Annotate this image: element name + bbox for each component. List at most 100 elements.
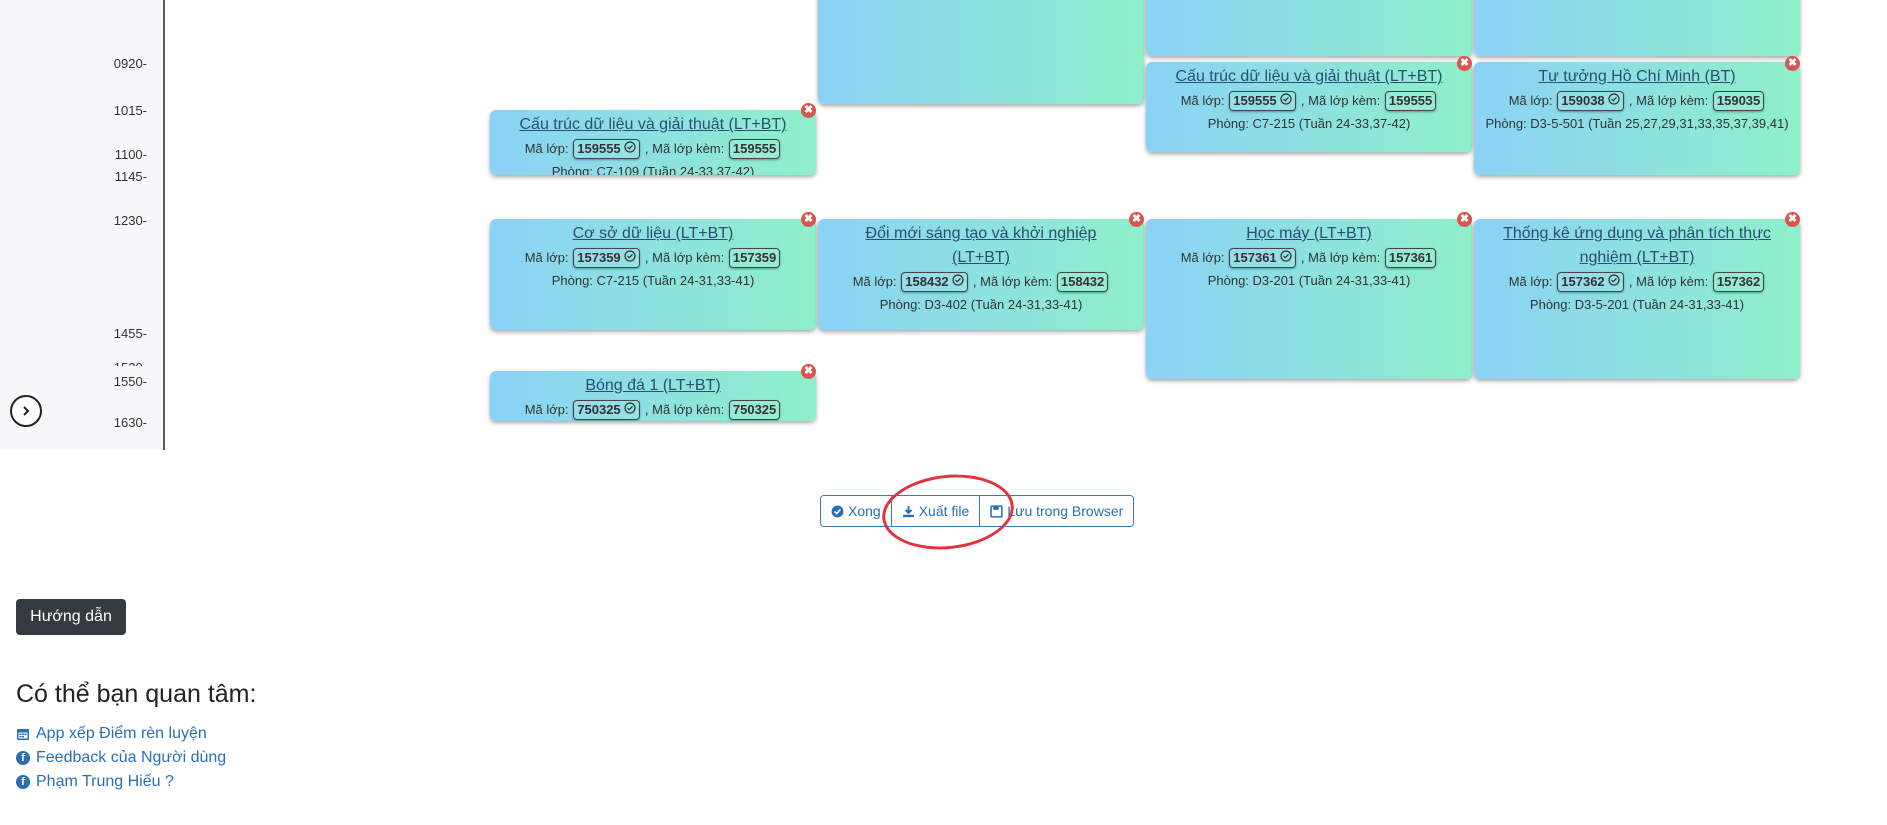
class-code-badge[interactable]: 750325 — [573, 400, 641, 420]
check-circle-icon — [624, 250, 636, 262]
linked-code: 157361 — [1384, 248, 1437, 268]
link-author[interactable]: f Phạm Trung Hiếu ? — [16, 770, 226, 794]
class-block[interactable]: Đổi mới sáng tạo và khởi nghiệp (LT+BT) … — [818, 219, 1144, 330]
class-code-label: Mã lớp: — [1508, 274, 1553, 289]
class-codes: Mã lớp: 157359 , Mã lớp kèm: 157359 — [490, 246, 816, 270]
linked-code-label: , Mã lớp kèm: — [644, 250, 725, 265]
class-codes: Mã lớp: 159555 , Mã lớp kèm: 159555 — [490, 137, 816, 161]
class-code: 157361 — [1233, 250, 1277, 265]
link-feedback[interactable]: f Feedback của Người dùng — [16, 746, 226, 770]
class-title-link[interactable]: Tư tưởng Hồ Chí Minh (BT) — [1474, 65, 1800, 89]
class-code-label: Mã lớp: — [524, 250, 569, 265]
class-room: Phòng: C7-215 (Tuần 24-31,33-41) — [551, 273, 755, 288]
class-code: 159038 — [1561, 93, 1605, 108]
class-code: 750325 — [577, 402, 621, 417]
check-circle-icon — [952, 274, 964, 286]
class-room: Phòng: D3-201 (Tuần 24-31,33-41) — [1207, 273, 1411, 288]
class-code-badge[interactable]: 159555 — [1229, 91, 1297, 111]
class-code-badge[interactable]: 157362 — [1557, 272, 1625, 292]
close-icon[interactable]: ✖ — [801, 212, 816, 227]
class-title-link[interactable]: Cơ sở dữ liệu (LT+BT) — [490, 222, 816, 246]
close-icon[interactable]: ✖ — [1457, 212, 1472, 227]
close-icon[interactable]: ✖ — [801, 103, 816, 118]
facebook-icon: f — [16, 775, 30, 789]
time-tick-partial: 1520- — [114, 360, 147, 366]
class-code-label: Mã lớp: — [1180, 250, 1225, 265]
save-browser-button-label: Lưu trong Browser — [1007, 503, 1124, 519]
class-title-link[interactable]: Đổi mới sáng tạo và khởi nghiệp (LT+BT) — [818, 222, 1144, 270]
class-code-badge[interactable]: 157359 — [573, 248, 641, 268]
class-title-link[interactable]: Học máy (LT+BT) — [1146, 222, 1472, 246]
class-block[interactable]: Cơ sở dữ liệu (LT+BT) Mã lớp: 157359 , M… — [490, 219, 816, 330]
guide-button[interactable]: Hướng dẫn — [16, 599, 126, 635]
linked-code-label: , Mã lớp kèm: — [972, 274, 1053, 289]
class-title-link[interactable]: Thống kê ứng dụng và phân tích thực nghi… — [1474, 222, 1800, 270]
linked-code-label: , Mã lớp kèm: — [1628, 93, 1709, 108]
class-code: 158432 — [905, 274, 949, 289]
class-title-link[interactable]: Bóng đá 1 (LT+BT) — [490, 374, 816, 398]
check-circle-icon — [624, 141, 636, 153]
class-code-badge[interactable]: 159038 — [1557, 91, 1625, 111]
class-codes: Mã lớp: 159555 , Mã lớp kèm: 159555 — [1146, 89, 1472, 113]
class-block[interactable]: Cấu trúc dữ liệu và giải thuật (LT+BT) M… — [1146, 62, 1472, 152]
class-code-badge[interactable]: 157361 — [1229, 248, 1297, 268]
time-tick: 0920- — [113, 56, 147, 71]
close-icon[interactable]: ✖ — [1457, 56, 1472, 71]
interest-heading: Có thể bạn quan tâm: — [16, 680, 257, 708]
class-room: Phòng: D3-402 (Tuần 24-31,33-41) — [879, 297, 1083, 312]
class-code-badge[interactable]: 158432 — [901, 272, 969, 292]
done-button-label: Xong — [848, 503, 881, 519]
class-room: Phòng: D3-5-201 (Tuần 24-31,33-41) — [1529, 297, 1745, 312]
time-tick: 1145- — [114, 169, 147, 184]
linked-code-label: , Mã lớp kèm: — [1300, 93, 1381, 108]
class-codes: Mã lớp: 158432 , Mã lớp kèm: 158432 — [818, 270, 1144, 294]
class-code-label: Mã lớp: — [524, 141, 569, 156]
class-room: Phòng: C7-109 (Tuần 24-33,37-42) — [551, 164, 755, 175]
class-code-label: Mã lớp: — [1508, 93, 1553, 108]
class-code: 159555 — [1233, 93, 1277, 108]
class-block[interactable] — [1474, 0, 1800, 56]
close-icon[interactable]: ✖ — [801, 364, 816, 379]
class-title-link[interactable]: Cấu trúc dữ liệu và giải thuật (LT+BT) — [1146, 65, 1472, 89]
close-icon[interactable]: ✖ — [1785, 212, 1800, 227]
class-block[interactable]: Bóng đá 1 (LT+BT) Mã lớp: 750325 , Mã lớ… — [490, 371, 816, 421]
class-block[interactable]: Cấu trúc dữ liệu và giải thuật (LT+BT) M… — [490, 110, 816, 175]
class-room: Phòng: C7-215 (Tuần 24-33,37-42) — [1207, 116, 1411, 131]
class-code: 157359 — [577, 250, 621, 265]
class-code-badge[interactable]: 159555 — [573, 139, 641, 159]
linked-code: 158432 — [1056, 272, 1109, 292]
class-block[interactable]: Học máy (LT+BT) Mã lớp: 157361 , Mã lớp … — [1146, 219, 1472, 379]
done-button[interactable]: Xong — [821, 496, 891, 526]
linked-code-label: , Mã lớp kèm: — [644, 141, 725, 156]
check-circle-icon — [624, 402, 636, 414]
link-label: App xếp Điểm rèn luyện — [36, 725, 207, 742]
linked-code: 159555 — [728, 139, 781, 159]
class-block[interactable]: Thống kê ứng dụng và phân tích thực nghi… — [1474, 219, 1800, 379]
link-label: Feedback của Người dùng — [36, 749, 227, 766]
class-code: 159555 — [577, 141, 621, 156]
next-week-button[interactable] — [10, 395, 42, 427]
linked-code: 157359 — [728, 248, 781, 268]
facebook-icon: f — [16, 751, 30, 765]
close-icon[interactable]: ✖ — [1785, 56, 1800, 71]
class-code-label: Mã lớp: — [524, 402, 569, 417]
class-codes: Mã lớp: 159038 , Mã lớp kèm: 159035 — [1474, 89, 1800, 113]
check-circle-icon — [831, 505, 844, 517]
class-block[interactable]: Tư tưởng Hồ Chí Minh (BT) Mã lớp: 159038… — [1474, 62, 1800, 175]
class-codes: Mã lớp: 157362 , Mã lớp kèm: 157362 — [1474, 270, 1800, 294]
link-app-drl[interactable]: App xếp Điểm rèn luyện — [16, 722, 226, 746]
time-tick: 1015- — [113, 103, 147, 118]
close-icon[interactable]: ✖ — [1129, 212, 1144, 227]
class-title-link[interactable]: Cấu trúc dữ liệu và giải thuật (LT+BT) — [490, 113, 816, 137]
class-block[interactable] — [818, 0, 1144, 104]
class-block[interactable] — [1146, 0, 1472, 56]
linked-code: 159555 — [1384, 91, 1437, 111]
calendar-icon — [17, 729, 29, 740]
time-tick: 1630- — [113, 415, 147, 430]
linked-code-label: , Mã lớp kèm: — [644, 402, 725, 417]
linked-code: 157362 — [1712, 272, 1765, 292]
check-circle-icon — [1608, 274, 1620, 286]
check-circle-icon — [1280, 93, 1292, 105]
linked-code-label: , Mã lớp kèm: — [1628, 274, 1709, 289]
time-axis: 0920- 1015- 1100- 1145- 1230- 1455- 1520… — [0, 0, 165, 450]
